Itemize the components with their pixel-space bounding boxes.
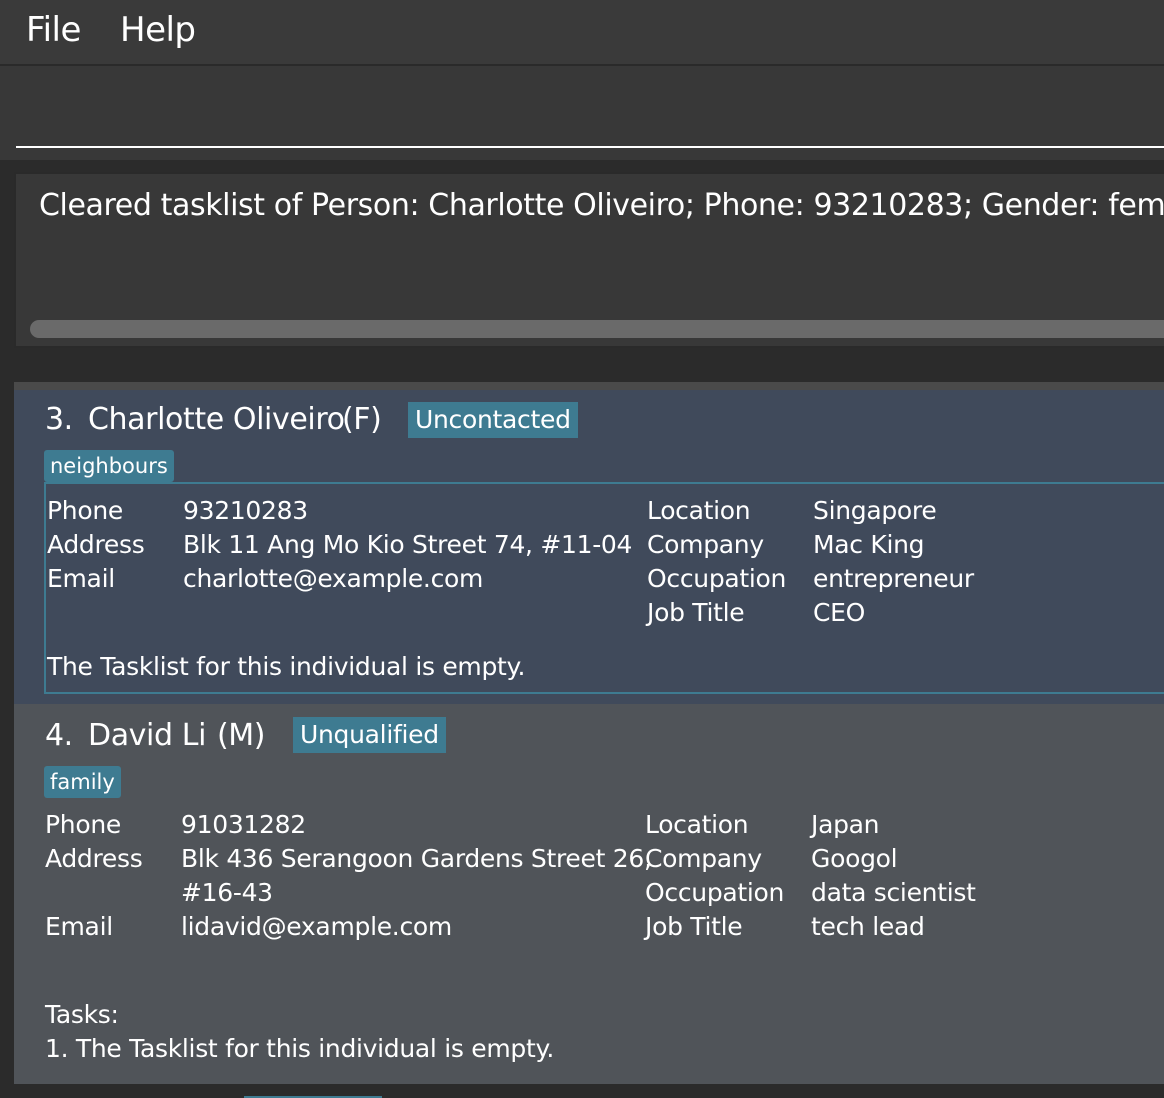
job-title-value: tech lead: [811, 912, 925, 941]
location-label: Location: [645, 810, 749, 839]
company-label: Company: [645, 844, 762, 873]
email-label: Email: [47, 564, 115, 593]
phone-value: 91031282: [181, 810, 306, 839]
address-value-line1: Blk 436 Serangoon Gardens Street 26,: [181, 844, 652, 873]
person-card-selected[interactable]: 3. Charlotte Oliveiro (F) Uncontacted ne…: [14, 390, 1164, 704]
occupation-label: Occupation: [645, 878, 785, 907]
command-box: [0, 66, 1164, 160]
occupation-value: entrepreneur: [813, 564, 974, 593]
address-value: Blk 11 Ang Mo Kio Street 74, #11-04: [183, 530, 633, 559]
tasks-heading: Tasks:: [45, 1000, 119, 1029]
person-gender: (M): [217, 718, 266, 753]
company-label: Company: [647, 530, 764, 559]
email-value: charlotte@example.com: [183, 564, 484, 593]
person-list: 3. Charlotte Oliveiro (F) Uncontacted ne…: [0, 360, 1164, 1098]
person-index: 4.: [45, 718, 73, 753]
menu-help[interactable]: Help: [120, 10, 196, 50]
phone-label: Phone: [47, 496, 123, 525]
company-value: Googol: [811, 844, 898, 873]
company-value: Mac King: [813, 530, 925, 559]
phone-label: Phone: [45, 810, 121, 839]
location-value: Singapore: [813, 496, 937, 525]
email-label: Email: [45, 912, 113, 941]
address-label: Address: [45, 844, 143, 873]
phone-value: 93210283: [183, 496, 308, 525]
status-badge: Unqualified: [293, 717, 446, 753]
list-divider: [14, 382, 1164, 390]
status-badge: Uncontacted: [408, 402, 578, 438]
person-card[interactable]: 4. David Li (M) Unqualified family Phone…: [14, 704, 1164, 1084]
person-name: Charlotte Oliveiro: [88, 402, 345, 437]
job-title-value: CEO: [813, 598, 866, 627]
person-index: 3.: [45, 402, 73, 437]
occupation-value: data scientist: [811, 878, 976, 907]
result-message: Cleared tasklist of Person: Charlotte Ol…: [39, 188, 1164, 223]
person-gender: (F): [342, 402, 382, 437]
tasklist-text: The Tasklist for this individual is empt…: [47, 652, 526, 681]
horizontal-scrollbar[interactable]: [30, 320, 1164, 338]
address-value-line2: #16-43: [181, 878, 273, 907]
job-title-label: Job Title: [647, 598, 745, 627]
email-value: lidavid@example.com: [181, 912, 452, 941]
result-display-container: Cleared tasklist of Person: Charlotte Ol…: [0, 160, 1164, 360]
command-input[interactable]: [16, 78, 1164, 148]
address-label: Address: [47, 530, 145, 559]
person-name: David Li: [88, 718, 207, 753]
task-item: 1. The Tasklist for this individual is e…: [45, 1034, 555, 1063]
occupation-label: Occupation: [647, 564, 787, 593]
tag-label: family: [44, 766, 121, 798]
details-panel: Phone 93210283 Address Blk 11 Ang Mo Kio…: [44, 482, 1164, 694]
location-value: Japan: [811, 810, 880, 839]
location-label: Location: [647, 496, 751, 525]
menu-file[interactable]: File: [26, 10, 81, 50]
result-display: Cleared tasklist of Person: Charlotte Ol…: [14, 172, 1164, 348]
job-title-label: Job Title: [645, 912, 743, 941]
tag-label: neighbours: [44, 450, 174, 482]
menu-bar: File Help: [0, 0, 1164, 66]
